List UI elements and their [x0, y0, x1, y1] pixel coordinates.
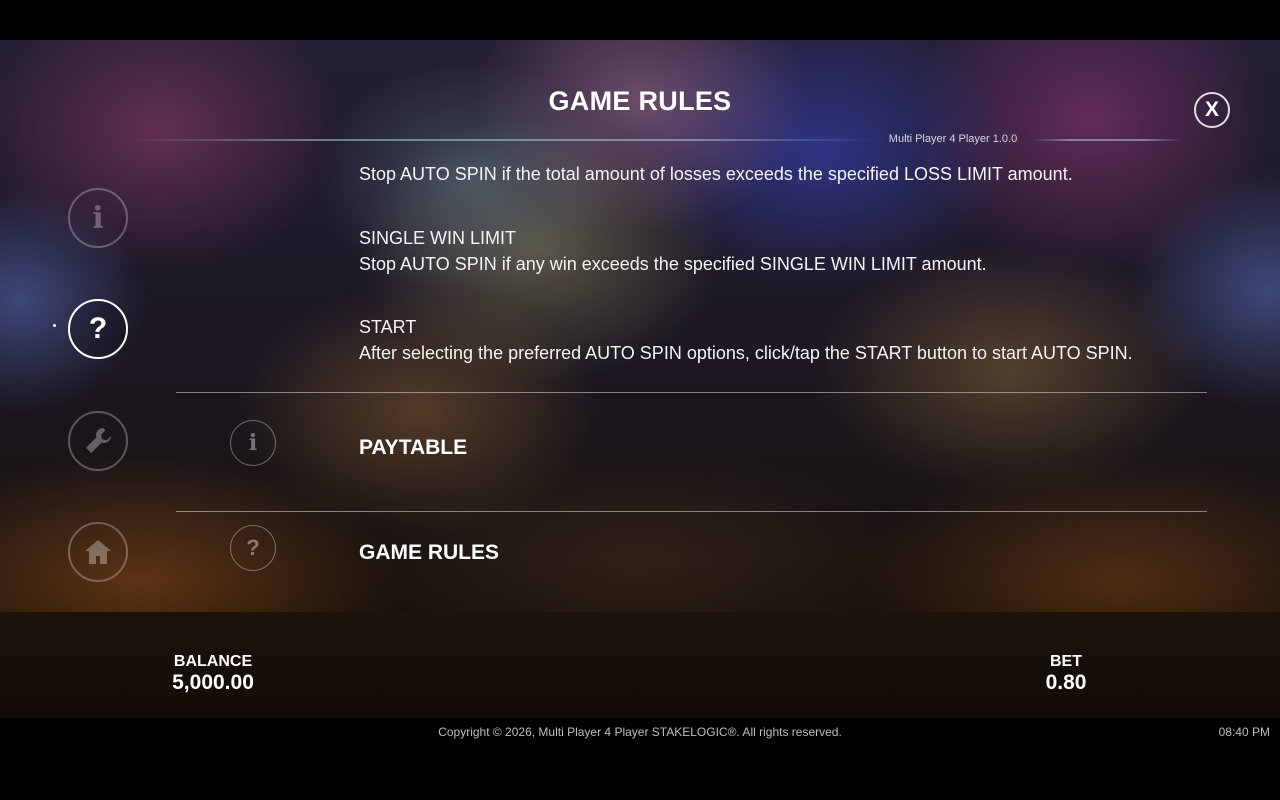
single-win-limit-description: Stop AUTO SPIN if any win exceeds the sp… [359, 254, 987, 274]
home-icon [85, 540, 111, 564]
wrench-icon [86, 428, 111, 453]
header-divider-right [1032, 139, 1182, 141]
side-nav-help-button[interactable]: ? [68, 299, 128, 359]
balance-display: BALANCE 5,000.00 [140, 653, 286, 695]
side-nav-home-button[interactable] [68, 522, 128, 582]
game-rules-help-icon: ? [230, 525, 276, 571]
menu-item-paytable[interactable]: PAYTABLE [359, 436, 467, 460]
start-title: START [359, 317, 417, 337]
menu-item-game-rules[interactable]: GAME RULES [359, 541, 499, 565]
game-rules-glyph: ? [246, 535, 260, 560]
bet-label: BET [1050, 653, 1082, 670]
balance-value: 5,000.00 [172, 671, 254, 694]
menu-divider [176, 511, 1207, 512]
game-background [0, 40, 1280, 612]
menu-divider [176, 392, 1207, 393]
paytable-info-icon: i [230, 420, 276, 466]
help-icon: ? [88, 312, 108, 345]
copyright-text: Copyright © 2026, Multi Player 4 Player … [438, 725, 842, 739]
active-indicator-dot [53, 324, 56, 327]
page-title: GAME RULES [548, 86, 732, 116]
side-nav-settings-button[interactable] [68, 411, 128, 471]
loss-limit-description: Stop AUTO SPIN if the total amount of lo… [359, 164, 1073, 184]
paytable-glyph: i [248, 430, 258, 456]
clock-time: 08:40 PM [1218, 725, 1270, 739]
close-button[interactable]: X [1194, 92, 1230, 128]
header-divider-left [130, 139, 875, 141]
balance-label: BALANCE [173, 653, 253, 670]
bet-value: 0.80 [1045, 671, 1087, 694]
side-nav-info-button[interactable]: i [68, 188, 128, 248]
version-label: Multi Player 4 Player 1.0.0 [888, 133, 1018, 145]
close-icon: X [1204, 98, 1219, 121]
bet-display: BET 0.80 [1016, 653, 1116, 695]
single-win-limit-title: SINGLE WIN LIMIT [359, 228, 517, 248]
start-description: After selecting the preferred AUTO SPIN … [359, 343, 1133, 363]
info-icon: i [92, 200, 104, 236]
